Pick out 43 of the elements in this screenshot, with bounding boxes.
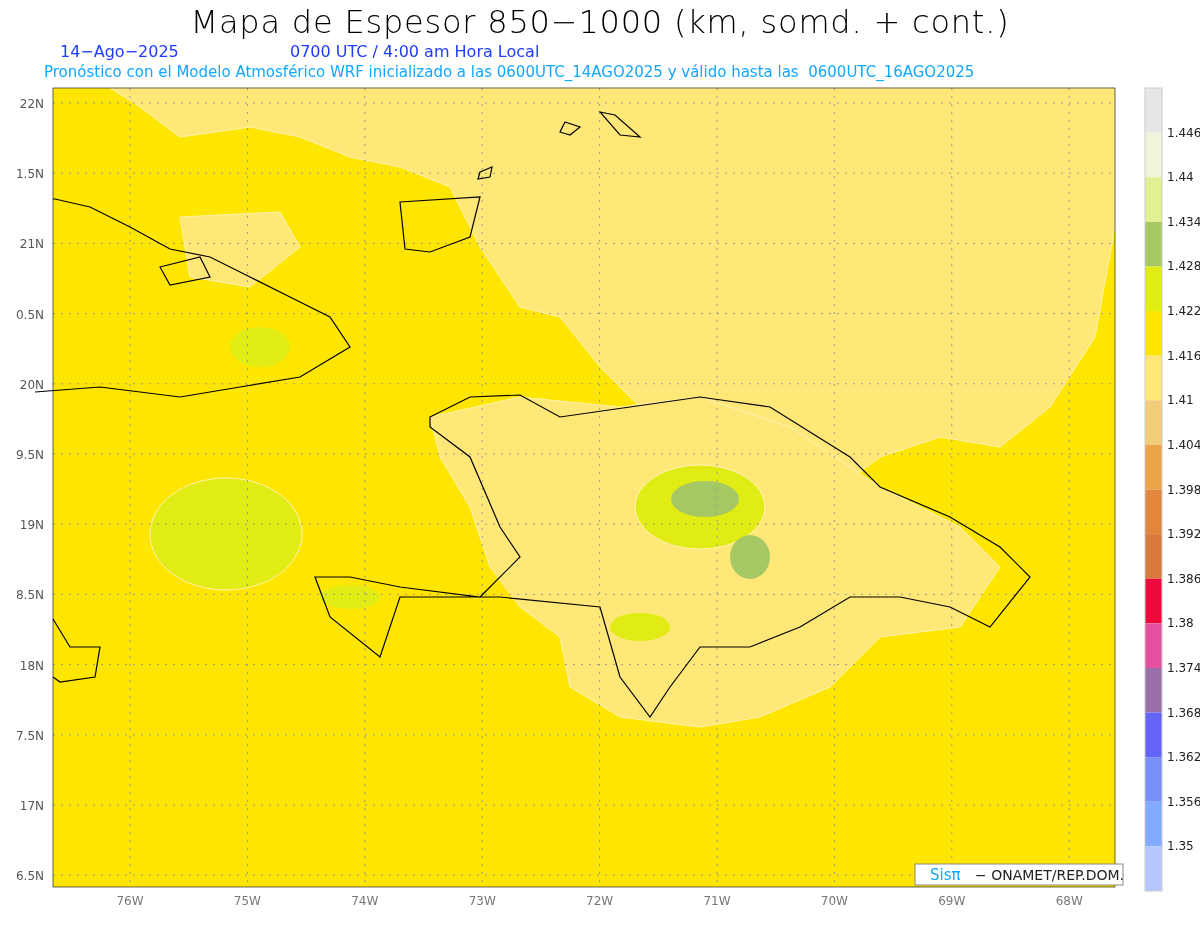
latitude-label: 19N xyxy=(19,518,44,533)
latitude-label: 21N xyxy=(19,237,44,252)
longitude-label: 76W xyxy=(116,894,144,908)
colorbar-label: 1.398 xyxy=(1167,482,1200,497)
latitude-label: 17N xyxy=(19,799,44,813)
longitude-label: 75W xyxy=(233,894,261,908)
colorbar-label: 1.374 xyxy=(1167,660,1200,675)
colorbar-label: 1.434 xyxy=(1167,214,1200,229)
longitude-label: 72W xyxy=(586,894,614,908)
latitude-label: 0.5N xyxy=(15,307,44,322)
colorbar-label: 1.38 xyxy=(1167,616,1194,631)
colorbar-label: 1.386 xyxy=(1167,571,1200,586)
forecast-note: Pronóstico con el Modelo Atmosférico WRF inicializado a las 0600UTC_14AGO2025 y válido hasta las 0600UTC_16AGO2025 xyxy=(44,63,975,81)
latitude-label: 22N xyxy=(19,97,44,111)
longitude-label: 73W xyxy=(468,894,496,908)
colorbar-label: 1.35 xyxy=(1167,839,1194,854)
longitude-label: 69W xyxy=(938,894,966,908)
latitude-label: 1.5N xyxy=(15,167,44,182)
colorbar-label: 1.392 xyxy=(1167,527,1200,542)
longitude-label: 68W xyxy=(1055,894,1083,908)
map-title: Mapa de Espesor 850−1000 (km, somd. + cont.) xyxy=(190,2,1010,42)
longitude-label: 71W xyxy=(703,894,731,908)
colorbar-label: 1.428 xyxy=(1167,259,1200,274)
colorbar-label: 1.44 xyxy=(1167,170,1194,185)
colorbar-label: 1.416 xyxy=(1167,348,1200,363)
colorbar-label: 1.356 xyxy=(1167,794,1200,809)
credit-label: Sisπ − ONAMET/REP.DOM. xyxy=(914,863,1125,886)
colorbar-label: 1.368 xyxy=(1167,705,1200,720)
latitude-label: 9.5N xyxy=(15,448,44,462)
colorbar-label: 1.404 xyxy=(1167,437,1200,452)
latitude-label: 20N xyxy=(19,377,44,392)
time-text: 0700 UTC / 4:00 am Hora Local xyxy=(290,42,540,62)
latitude-label: 6.5N xyxy=(15,869,44,884)
date-text: 14−Ago−2025 xyxy=(60,42,180,62)
latitude-label: 18N xyxy=(19,658,44,673)
colorbar-label: 1.41 xyxy=(1167,393,1194,408)
longitude-label: 74W xyxy=(351,894,379,908)
longitude-label: 70W xyxy=(820,894,848,908)
colorbar-label: 1.362 xyxy=(1167,750,1200,765)
latitude-label: 8.5N xyxy=(15,588,44,603)
colorbar-label: 1.446 xyxy=(1167,125,1200,140)
colorbar-label: 1.422 xyxy=(1167,304,1200,319)
latitude-label: 7.5N xyxy=(15,728,44,743)
